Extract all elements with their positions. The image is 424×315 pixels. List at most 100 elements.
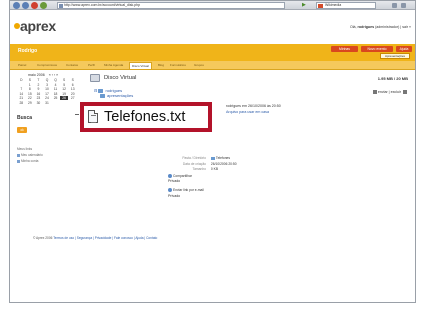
forward-icon[interactable] [22,2,29,9]
calendar-day[interactable]: 30 [34,101,43,105]
calendar-day[interactable]: 16 [34,92,43,96]
user-icon [17,159,20,163]
sidebar-link-calendar[interactable]: Meu calendário [17,153,43,157]
search-button[interactable]: ok [17,127,27,133]
calendar-nav[interactable]: « ‹ › » [49,73,58,77]
tab-minha-agenda[interactable]: Minha Agenda [102,62,125,69]
calendar-day[interactable]: 2 [34,83,43,87]
tab-formularios[interactable]: Formulários [168,62,188,69]
new-event-button[interactable]: Novo evento [361,46,393,52]
bookmarks-icon[interactable] [392,3,397,8]
calendar-day[interactable]: 29 [26,101,35,105]
prop-label: Data de criação [182,162,206,166]
apresentacoes-button[interactable]: Apresentações [380,53,410,59]
prop-folder: Pasta / Diretório Telefones [148,156,230,160]
app-header: aprex Olá, rodrigues (administrador) | s… [10,10,415,44]
calendar-day[interactable]: 20 [68,92,77,96]
calendar-day[interactable]: 5 [60,83,69,87]
calendar-day[interactable]: 3 [43,83,52,87]
file-note: Arquivo para usar em casa [226,110,269,114]
tab-contatos[interactable]: Contatos [64,62,80,69]
footer-copyright: © Aprex 2006 [33,236,53,240]
calendar-day[interactable]: 14 [17,92,26,96]
calendar-day[interactable]: 1 [26,83,35,87]
address-bar[interactable]: http://www.aprex.com.br/account/virtual_… [57,2,285,9]
tab-grupos[interactable]: Grupos [192,62,206,69]
calendar-day[interactable]: 8 [26,87,35,91]
calendar-day[interactable]: 13 [68,87,77,91]
calendar-day[interactable]: 15 [26,92,35,96]
file-name[interactable]: Telefones.txt [104,106,185,128]
help-button[interactable]: Ajuda [396,46,412,52]
calendar-day[interactable]: 24 [43,96,52,100]
logout-link[interactable]: (administrador) | sair » [375,25,411,29]
disk-icon [90,74,100,82]
back-icon[interactable] [13,2,20,9]
calendar-day[interactable]: 10 [43,87,52,91]
share-label: Compartilhar [173,174,192,178]
text-file-icon [88,110,98,123]
file-highlight[interactable]: Telefones.txt [80,102,212,132]
calendar-day[interactable]: 26 [59,96,69,100]
weekday-label: D [20,78,23,82]
file-meta: rodrigues em 26/10/2006 às 20:50 [226,104,281,108]
calendar-day[interactable]: 22 [26,96,35,100]
trash-icon[interactable] [403,90,407,95]
calendar-day[interactable]: 25 [51,96,60,100]
disk-quota: 1.95 MB / 20 MB [377,76,408,81]
email-link[interactable]: Enviar link por e-mail [168,188,204,193]
email-label: Enviar link por e-mail [173,188,204,192]
greeting-prefix: Olá, [349,25,357,29]
section-bar: Rodrigo Minhas Novo evento Ajuda Apresen… [10,44,415,61]
tab-compromissos[interactable]: Compromissos [35,62,59,69]
calendar-day [51,101,60,105]
tree-connector [75,114,79,115]
minhas-button[interactable]: Minhas [331,46,358,52]
calendar-day[interactable]: 27 [68,96,77,100]
sidebar: maio 2006 « ‹ › » D S T Q Q S S 1 2 3 4 5 6 7 8 9 10 11 12… [10,71,82,231]
calendar-day[interactable]: 4 [51,83,60,87]
share-link[interactable]: Compartilhar [168,174,192,179]
calendar-day[interactable]: 6 [68,83,77,87]
menu-icon[interactable] [401,3,406,8]
calendar-day[interactable]: 12 [60,87,69,91]
logo[interactable]: aprex [20,18,56,34]
calendar-day[interactable]: 21 [17,96,26,100]
weekday-label: Q [54,78,57,82]
calendar-day[interactable]: 19 [60,92,69,96]
calendar-day[interactable]: 28 [17,101,26,105]
upload-icon[interactable] [372,90,377,95]
user-name[interactable]: rodrigues [358,25,375,29]
weekday-label: S [28,78,31,82]
calendar-day[interactable]: 31 [43,101,52,105]
file-actions: enviar | excluir [372,90,408,95]
calendar-day[interactable]: 7 [17,87,26,91]
footer-links[interactable]: Termos de uso | Segurança | Privacidade … [53,236,157,240]
calendar-day[interactable]: 18 [51,92,60,96]
page-icon [59,4,63,8]
file-actions-label[interactable]: enviar | excluir [378,90,401,94]
go-icon[interactable]: ▶ [302,2,312,9]
sidebar-link-account[interactable]: Minha conta [17,159,38,163]
tab-blog[interactable]: Blog [156,62,166,69]
tree-item-apresentacoes[interactable]: apresentações [100,93,133,98]
file-icon [210,156,215,160]
sidebar-link-label: Minha conta [21,159,39,163]
page-title: Disco Virtual [104,75,137,81]
tab-perfil[interactable]: Perfil [86,62,97,69]
weekday-label: S [71,78,74,82]
weekday-label: S [63,78,66,82]
tab-painel[interactable]: Painel [16,62,28,69]
calendar-day [68,101,77,105]
calendar-day[interactable]: 17 [43,92,52,96]
calendar-day[interactable]: 9 [34,87,43,91]
tab-disco-virtual[interactable]: Disco Virtual [129,62,152,69]
calendar-day[interactable]: 23 [34,96,43,100]
search-input[interactable]: Wikimedia [316,2,376,9]
sidebar-link-label: Meu calendário [21,153,43,157]
calendar-day[interactable]: 11 [51,87,60,91]
browser-toolbar: http://www.aprex.com.br/account/virtual_… [10,1,415,10]
stop-icon[interactable] [31,2,38,9]
collapse-icon[interactable]: ⊟ [94,88,97,93]
home-icon[interactable] [40,2,47,9]
